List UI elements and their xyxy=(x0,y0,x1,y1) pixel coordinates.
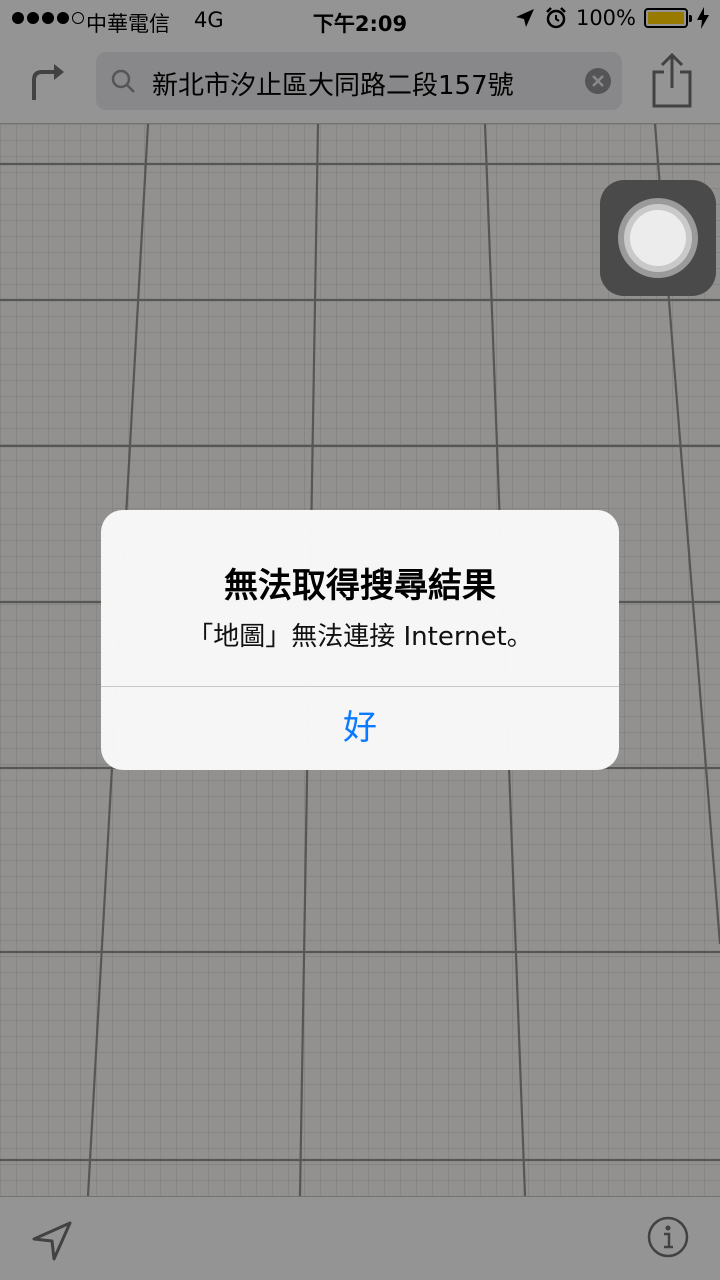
assistive-touch-button[interactable] xyxy=(600,180,716,296)
alert-ok-button[interactable]: 好 xyxy=(101,687,619,770)
maps-screen: 中華電信 4G 下午2:09 100% 新北市汐止區大同路二段157號 無法取得… xyxy=(0,0,720,1280)
alert-title: 無法取得搜尋結果 xyxy=(224,566,496,606)
alert-message: 「地圖」無法連接 Internet。 xyxy=(187,622,533,652)
alert-dialog: 無法取得搜尋結果 「地圖」無法連接 Internet。 好 xyxy=(101,510,619,770)
